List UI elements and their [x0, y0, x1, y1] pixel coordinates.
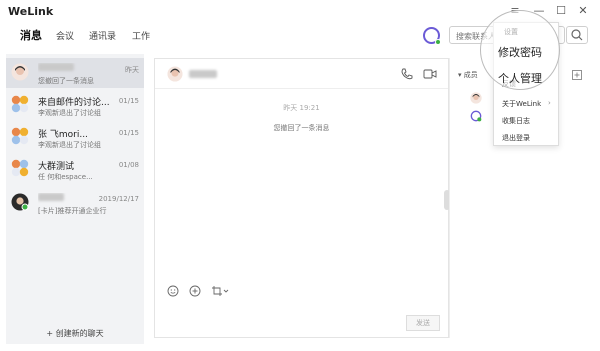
- chat-header: [155, 59, 448, 89]
- group-avatar: [11, 95, 29, 113]
- tab-contacts[interactable]: 通讯录: [89, 29, 116, 42]
- search-button[interactable]: [566, 26, 588, 44]
- conversation-time: 01/15: [118, 97, 139, 105]
- conversation-name: 张 飞mori...: [38, 130, 88, 140]
- add-member-icon[interactable]: [572, 70, 582, 80]
- chat-contact-name: [189, 70, 217, 81]
- conversation-item[interactable]: 大群测试 01/08 任 何和espace...: [6, 154, 144, 184]
- welink-window: WeLink ≡ — ☐ ✕ 消息 会议 通讯录 工作 昨天 您撤回了一条消息: [0, 0, 600, 351]
- emoji-icon[interactable]: [167, 285, 179, 297]
- chevron-right-icon: ›: [548, 99, 551, 107]
- phone-icon[interactable]: [401, 68, 413, 80]
- avatar: [11, 193, 29, 211]
- members-header[interactable]: ▾ 成员: [458, 70, 478, 80]
- video-call-icon[interactable]: [423, 68, 437, 80]
- screenshot-icon[interactable]: [211, 285, 231, 297]
- menu-item-about[interactable]: 关于WeLink: [502, 99, 541, 109]
- member-avatar: [470, 92, 482, 104]
- group-avatar: [11, 159, 29, 177]
- conversation-list: 昨天 您撤回了一条消息 来自邮件的讨论... 01/15 李观新退出了讨论组 张…: [6, 54, 144, 344]
- conversation-name: 来自邮件的讨论...: [38, 98, 110, 108]
- conversation-time: 01/15: [118, 129, 139, 137]
- members-label: 成员: [463, 71, 478, 79]
- maximize-icon[interactable]: ☐: [553, 3, 569, 19]
- chat-avatar: [167, 66, 183, 82]
- create-new-chat-button[interactable]: + 创建新的聊天: [6, 328, 144, 344]
- tab-work[interactable]: 工作: [132, 29, 150, 42]
- menu-item-change-password-label[interactable]: 修改密码: [498, 44, 542, 60]
- member-avatar: [470, 110, 482, 122]
- group-avatar: [11, 127, 29, 145]
- send-button[interactable]: 发送: [406, 315, 440, 331]
- conversation-item[interactable]: 来自邮件的讨论... 01/15 李观新退出了讨论组: [6, 90, 144, 120]
- conversation-preview: 您撤回了一条消息: [38, 77, 94, 85]
- conversation-time: 2019/12/17: [98, 195, 139, 203]
- avatar: [11, 63, 29, 81]
- recall-notice: 您撤回了一条消息: [273, 124, 330, 132]
- chat-panel: 昨天 19:21 您撤回了一条消息 发送: [154, 58, 449, 338]
- conversation-time: 昨天: [125, 66, 139, 74]
- conversation-preview: 李观新退出了讨论组: [38, 141, 101, 149]
- search-icon: [571, 29, 583, 41]
- tab-meetings[interactable]: 会议: [56, 29, 74, 42]
- menu-item-personal-management[interactable]: 个人管理: [498, 70, 542, 86]
- conversation-preview: [卡片]推荐开通企业行: [38, 207, 107, 215]
- chat-timestamp: 昨天 19:21: [283, 104, 320, 112]
- online-status-icon: [435, 39, 441, 45]
- app-title: WeLink: [8, 5, 54, 18]
- conversation-preview: 任 何和espace...: [38, 173, 93, 181]
- conversation-item[interactable]: 张 飞mori... 01/15 李观新退出了讨论组: [6, 122, 144, 152]
- conversation-preview: 李观新退出了讨论组: [38, 109, 101, 117]
- conversation-item[interactable]: 昨天 您撤回了一条消息: [6, 58, 144, 88]
- tab-messages[interactable]: 消息: [20, 27, 42, 43]
- conversation-item[interactable]: 2019/12/17 [卡片]推荐开通企业行: [6, 188, 144, 218]
- menu-item-collect-logs[interactable]: 收集日志: [502, 116, 530, 126]
- conversation-name: [38, 63, 110, 74]
- add-icon[interactable]: [189, 285, 201, 297]
- close-icon[interactable]: ✕: [575, 3, 591, 19]
- user-avatar[interactable]: [423, 27, 441, 45]
- conversation-name: 大群测试: [38, 162, 75, 172]
- menu-item-logout[interactable]: 退出登录: [502, 133, 530, 143]
- conversation-time: 01/08: [118, 161, 139, 169]
